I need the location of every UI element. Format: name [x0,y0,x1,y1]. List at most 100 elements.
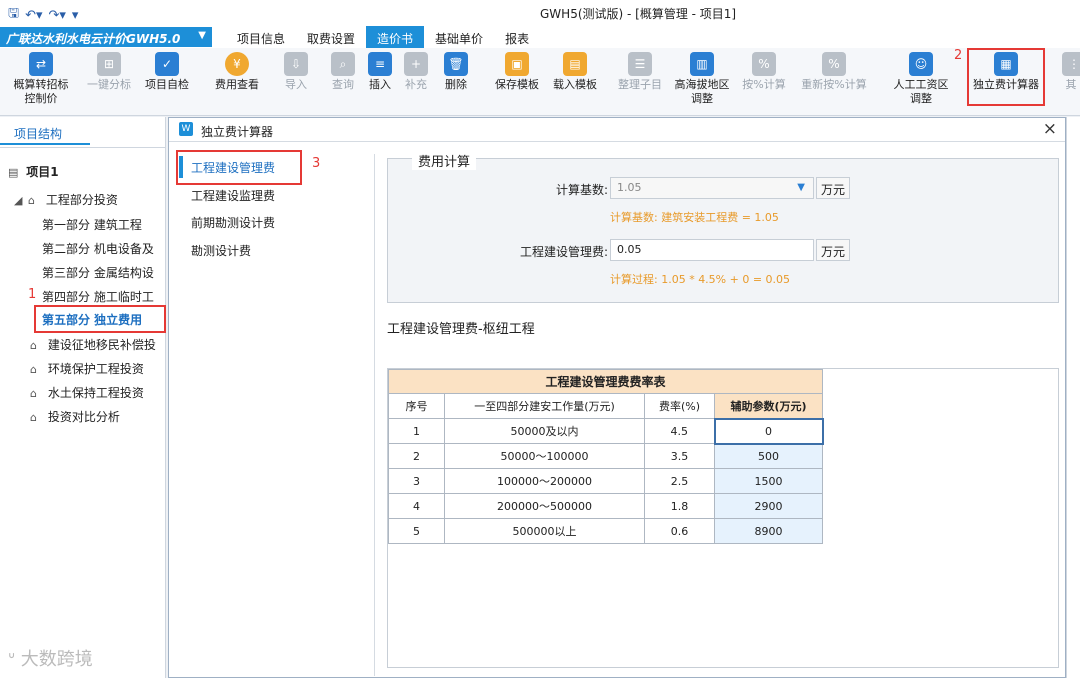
table-row: 1 50000及以内 4.5 0 [388,417,824,445]
tab-reports[interactable]: 报表 [494,26,540,48]
save-template-button[interactable]: ▣ 保存模板 [490,52,544,92]
ribbon-toolbar: ⇄ 概算转招标 控制价 ⊞ 一键分标 ✓ 项目自检 ¥ 费用查看 ⇩ 导入 ⌕ 查… [0,48,1080,116]
rate-table-caption: 工程建设管理费费率表 [388,369,823,394]
highlight-box-nav [176,150,302,185]
check-icon: ✓ [155,52,179,76]
altitude-icon: ▥ [690,52,714,76]
query-button[interactable]: ⌕ 查询 [327,52,359,92]
project-structure-panel: 项目结构 ▤ 项目1 ◢ ⌂ 工程部分投资 第一部分 建筑工程 第二部分 机电设备… [0,117,166,678]
section-title: 费用计算 [412,151,477,170]
house-icon: ⌂ [30,411,37,424]
split-icon: ⊞ [97,52,121,76]
divider [0,147,166,148]
fee-calculation-section: 费用计算 计算基数: 1.05 ▼ 万元 计算基数: 建筑安装工程费 = 1.0… [387,151,1059,303]
tab-cost-book[interactable]: 造价书 [366,26,425,48]
table-row: 4 200000～500000 1.8 2900 [388,493,823,519]
cell-aux[interactable]: 2900 [714,493,823,519]
convert-icon: ⇄ [29,52,53,76]
cell-workload: 500000以上 [444,518,645,544]
house-icon: ⌂ [28,194,35,207]
delete-button[interactable]: 🗑 删除 [440,52,472,92]
dialog-title: 独立费计算器 [201,125,274,139]
nav-item-preliminary-survey[interactable]: 前期勘测设计费 [179,209,375,235]
organize-icon: ☰ [628,52,652,76]
tree-item-engineering[interactable]: ◢ ⌂ 工程部分投资 [14,191,180,213]
nav-item-survey-design[interactable]: 勘测设计费 [179,237,375,263]
base-unit: 万元 [816,177,851,199]
watermark: ᐡ 大数跨境 [8,649,93,670]
close-icon[interactable]: × [1043,119,1057,139]
convert-to-bid-button[interactable]: ⇄ 概算转招标 控制价 [8,52,74,106]
cell-aux[interactable]: 1500 [714,468,823,494]
labor-wage-region-button[interactable]: ☺ 人工工资区 调整 [888,52,954,106]
cell-aux[interactable]: 8900 [714,518,823,544]
customize-icon[interactable]: ▾ [72,8,79,23]
annotation-number: 1 [28,287,37,302]
table-row: 5 500000以上 0.6 8900 [388,518,823,544]
tab-project-info[interactable]: 项目信息 [226,26,296,48]
redo-icon[interactable]: ↷▾ [49,8,66,23]
worker-icon: ☺ [909,52,933,76]
brand-dropdown[interactable]: 广联达水利水电云计价GWH5.0 ▼ [0,27,212,47]
project-icon: ▤ [8,166,19,179]
import-button[interactable]: ⇩ 导入 [280,52,312,92]
tab-fee-settings[interactable]: 取费设置 [296,26,366,48]
save-icon[interactable]: 🖫 [8,4,19,26]
nav-item-supervision[interactable]: 工程建设监理费 [179,182,375,208]
col-header-workload: 一至四部分建安工作量(万元) [444,393,645,419]
highlight-box-part5 [34,305,166,333]
tab-base-price[interactable]: 基础单价 [424,26,494,48]
house-icon: ⌂ [30,363,37,376]
menu-bar: 广联达水利水电云计价GWH5.0 ▼ 项目信息 取费设置 造价书 基础单价 报表 [0,26,1080,48]
cell-no: 1 [388,418,445,444]
percent-icon: % [752,52,776,76]
table-row: 3 100000～200000 2.5 1500 [388,468,823,494]
highlight-box-calculator [967,48,1045,106]
plus-icon: + [404,52,428,76]
house-icon: ⌂ [30,339,37,352]
cell-no: 2 [388,443,445,469]
app-logo-icon: W [179,122,193,136]
right-scroll-strip [1066,117,1080,678]
rate-table: 工程建设管理费费率表 序号 一至四部分建安工作量(万元) 费率(%) 辅助参数(… [388,369,824,544]
quick-access-toolbar: 🖫 ↶▾ ↷▾ ▾ [8,4,78,26]
self-check-button[interactable]: ✓ 项目自检 [140,52,194,92]
cell-no: 4 [388,493,445,519]
cell-workload: 100000～200000 [444,468,645,494]
insert-button[interactable]: ≡ 插入 [364,52,396,92]
house-icon: ⌂ [30,387,37,400]
watermark-logo-icon: ᐡ [8,649,16,670]
auto-split-button[interactable]: ⊞ 一键分标 [82,52,136,92]
cell-no: 3 [388,468,445,494]
dialog-header: W 独立费计算器 × [169,118,1065,142]
cell-rate: 1.8 [644,493,715,519]
fee-type-list: 工程建设管理费 工程建设监理费 前期勘测设计费 勘测设计费 [179,154,375,676]
cell-workload: 200000～500000 [444,493,645,519]
supplement-button[interactable]: + 补充 [400,52,432,92]
title-bar: 🖫 ↶▾ ↷▾ ▾ GWH5(测试版) - [概算管理 - 项目1] [0,0,1080,26]
fee-view-button[interactable]: ¥ 费用查看 [208,52,266,92]
rate-subtitle: 工程建设管理费-枢纽工程 [387,322,535,337]
undo-icon[interactable]: ↶▾ [25,8,42,23]
organize-items-button[interactable]: ☰ 整理子目 [614,52,666,92]
tab-project-structure[interactable]: 项目结构 [0,121,90,145]
percent-calc-button[interactable]: % 按%计算 [738,52,790,92]
col-header-aux: 辅助参数(万元) [714,393,823,419]
window-title: GWH5(测试版) - [概算管理 - 项目1] [540,7,737,21]
base-hint: 计算基数: 建筑安装工程费 = 1.05 [610,211,779,224]
base-select[interactable]: 1.05 ▼ [610,177,814,199]
load-template-button[interactable]: ▤ 载入模板 [548,52,602,92]
recalc-percent-button[interactable]: % 重新按%计算 [796,52,872,92]
cell-aux[interactable]: 500 [714,443,823,469]
insert-icon: ≡ [368,52,392,76]
high-altitude-button[interactable]: ▥ 高海拔地区 调整 [670,52,734,106]
save-template-icon: ▣ [505,52,529,76]
col-header-no: 序号 [388,393,445,419]
more-button[interactable]: ⋮ 其 [1062,52,1080,92]
fee-value-field[interactable]: 0.05 [610,239,814,261]
fee-label: 工程建设管理费: [519,245,608,259]
annotation-number: 3 [312,156,321,171]
cell-aux[interactable]: 0 [713,417,824,445]
chevron-down-icon: ▼ [797,182,805,193]
tree-item-project[interactable]: ▤ 项目1 [8,163,174,185]
